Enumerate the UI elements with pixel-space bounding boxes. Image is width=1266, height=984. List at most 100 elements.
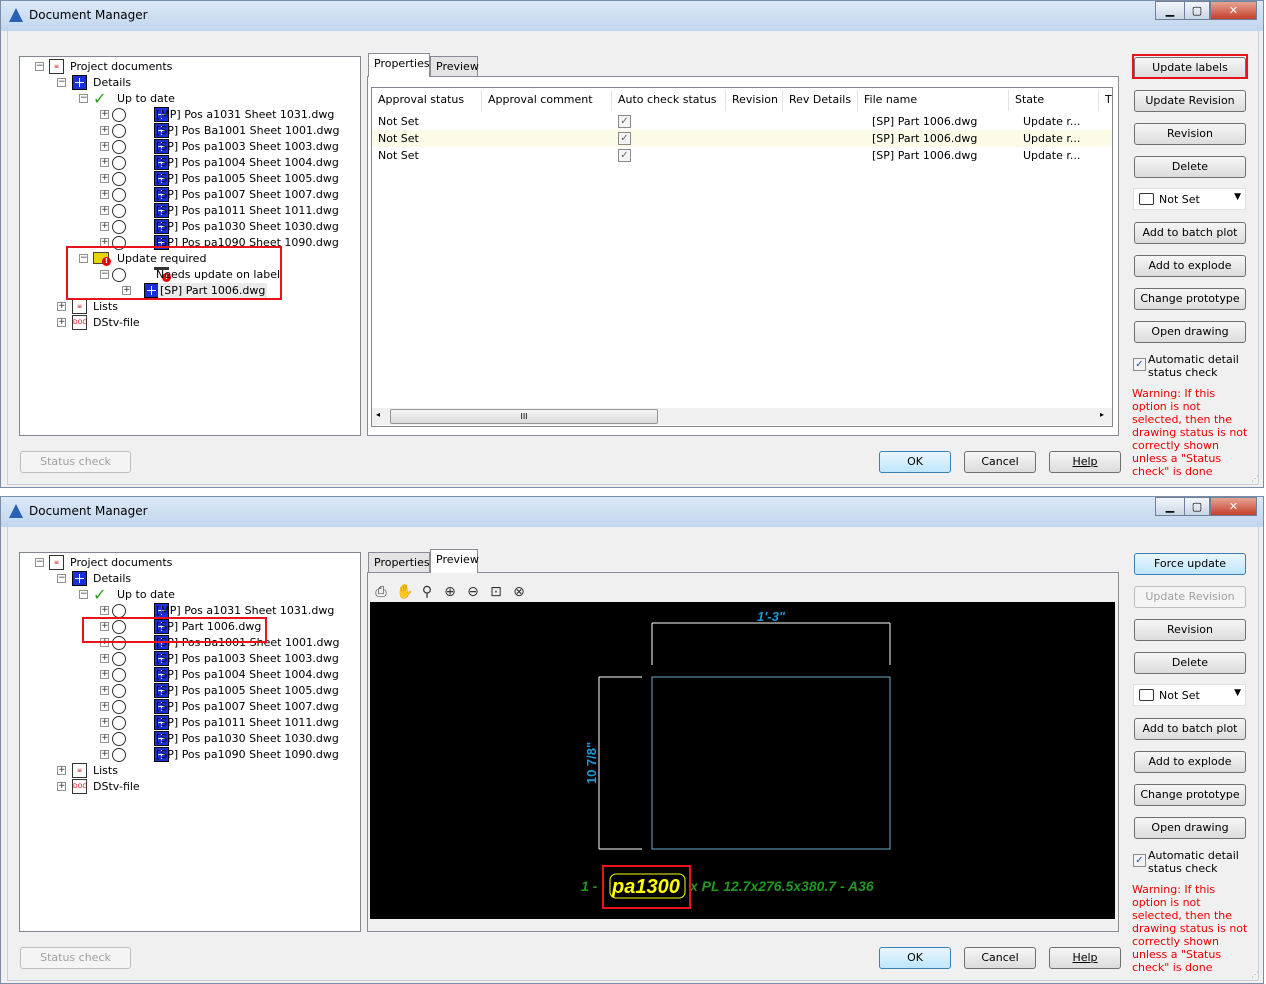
- force-update-button[interactable]: Force update: [1134, 553, 1246, 575]
- approval-status-select[interactable]: Not Set ▼: [1133, 684, 1246, 706]
- tree-item[interactable]: + [SP] Pos pa1004 Sheet 1004.dwg: [20, 155, 360, 171]
- expand-icon[interactable]: +: [100, 190, 109, 199]
- tree-item[interactable]: + [SP] Pos Ba1001 Sheet 1001.dwg: [20, 123, 360, 139]
- collapse-icon[interactable]: −: [79, 94, 88, 103]
- table-row[interactable]: Not Set ✓ [SP] Part 1006.dwg Update r...: [372, 147, 1112, 164]
- cancel-button[interactable]: Cancel: [964, 451, 1036, 473]
- tree-item[interactable]: + [SP] Pos pa1005 Sheet 1005.dwg: [20, 171, 360, 187]
- add-to-explode-button[interactable]: Add to explode: [1134, 751, 1246, 773]
- expand-icon[interactable]: +: [100, 206, 109, 215]
- tree-item[interactable]: + [SP] Pos pa1030 Sheet 1030.dwg: [20, 219, 360, 235]
- collapse-icon[interactable]: −: [57, 78, 66, 87]
- print-icon[interactable]: ⎙: [373, 584, 389, 600]
- expand-icon[interactable]: +: [100, 222, 109, 231]
- tree-item[interactable]: + ≡ Lists: [20, 763, 360, 779]
- tree-item[interactable]: + [SP] Pos pa1011 Sheet 1011.dwg: [20, 203, 360, 219]
- tree-item[interactable]: + [MP] Pos a1031 Sheet 1031.dwg: [20, 107, 360, 123]
- tab-preview[interactable]: Preview: [430, 549, 479, 573]
- expand-icon[interactable]: +: [100, 686, 109, 695]
- scroll-right-icon[interactable]: ▸: [1100, 410, 1104, 419]
- tree-item[interactable]: + DOC DStv-file: [20, 779, 360, 795]
- expand-icon[interactable]: +: [100, 142, 109, 151]
- tree-item[interactable]: + [SP] Pos pa1007 Sheet 1007.dwg: [20, 187, 360, 203]
- status-check-button[interactable]: Status check: [20, 451, 131, 473]
- tree-item[interactable]: + DOC DStv-file: [20, 315, 360, 331]
- add-to-batch-plot-button[interactable]: Add to batch plot: [1134, 222, 1246, 244]
- status-check-button[interactable]: Status check: [20, 947, 131, 969]
- tree-item[interactable]: − ✓ Up to date: [20, 587, 360, 603]
- tree-item[interactable]: − Details: [20, 571, 360, 587]
- help-button[interactable]: Help: [1049, 947, 1121, 969]
- expand-icon[interactable]: +: [100, 158, 109, 167]
- tree-item[interactable]: − Details: [20, 75, 360, 91]
- column-header[interactable]: State: [1009, 90, 1099, 111]
- collapse-icon[interactable]: −: [57, 574, 66, 583]
- expand-icon[interactable]: +: [100, 702, 109, 711]
- resize-grip-icon[interactable]: ⋰: [1251, 970, 1259, 979]
- table-row[interactable]: Not Set ✓ [SP] Part 1006.dwg Update r...: [372, 113, 1112, 130]
- tree-item[interactable]: − ✓ Up to date: [20, 91, 360, 107]
- expand-icon[interactable]: +: [100, 606, 109, 615]
- tab-properties[interactable]: Properties: [368, 53, 430, 77]
- update-revision-button[interactable]: Update Revision: [1134, 90, 1246, 112]
- cancel-button[interactable]: Cancel: [964, 947, 1036, 969]
- delete-button[interactable]: Delete: [1134, 652, 1246, 674]
- expand-icon[interactable]: +: [57, 782, 66, 791]
- expand-icon[interactable]: +: [100, 734, 109, 743]
- column-header[interactable]: Approval status: [372, 90, 482, 111]
- column-header[interactable]: Auto check status: [612, 90, 726, 111]
- collapse-icon[interactable]: −: [79, 590, 88, 599]
- tree-item[interactable]: − ≡ Project documents: [20, 555, 360, 571]
- add-to-batch-plot-button[interactable]: Add to batch plot: [1134, 718, 1246, 740]
- tree-item[interactable]: + [SP] Pos pa1007 Sheet 1007.dwg: [20, 699, 360, 715]
- ok-button[interactable]: OK: [879, 947, 951, 969]
- tree-item[interactable]: + ≡ Lists: [20, 299, 360, 315]
- expand-icon[interactable]: +: [100, 126, 109, 135]
- scroll-left-icon[interactable]: ◂: [376, 410, 380, 419]
- open-drawing-button[interactable]: Open drawing: [1134, 321, 1246, 343]
- expand-icon[interactable]: +: [100, 718, 109, 727]
- minimize-button[interactable]: ▁: [1155, 1, 1185, 20]
- tab-properties[interactable]: Properties: [368, 552, 430, 573]
- tree-item[interactable]: + [SP] Pos pa1004 Sheet 1004.dwg: [20, 667, 360, 683]
- zoom-out-icon[interactable]: ⊖: [465, 584, 481, 600]
- auto-check-checkbox[interactable]: ✓: [618, 132, 631, 145]
- zoom-in-icon[interactable]: ⊕: [442, 584, 458, 600]
- tree-item[interactable]: + [SP] Pos pa1005 Sheet 1005.dwg: [20, 683, 360, 699]
- zoom-extents-icon[interactable]: ⊗: [511, 584, 527, 600]
- scroll-thumb[interactable]: III: [390, 409, 658, 424]
- change-prototype-button[interactable]: Change prototype: [1134, 288, 1246, 310]
- zoom-realtime-icon[interactable]: ⚲: [419, 584, 435, 600]
- expand-icon[interactable]: +: [100, 670, 109, 679]
- expand-icon[interactable]: +: [57, 302, 66, 311]
- expand-icon[interactable]: +: [100, 174, 109, 183]
- close-button[interactable]: ✕: [1210, 1, 1257, 20]
- column-header[interactable]: T: [1099, 90, 1112, 111]
- tree-item[interactable]: + [SP] Pos pa1030 Sheet 1030.dwg: [20, 731, 360, 747]
- tree-item[interactable]: + [SP] Pos pa1003 Sheet 1003.dwg: [20, 651, 360, 667]
- expand-icon[interactable]: +: [100, 654, 109, 663]
- revision-button[interactable]: Revision: [1134, 123, 1246, 145]
- revision-button[interactable]: Revision: [1134, 619, 1246, 641]
- auto-check-checkbox[interactable]: ✓: [1133, 854, 1146, 867]
- expand-icon[interactable]: +: [100, 750, 109, 759]
- resize-grip-icon[interactable]: ⋰: [1251, 474, 1259, 483]
- tab-preview[interactable]: Preview: [430, 56, 479, 77]
- drawing-preview[interactable]: 1'-3" 10 7/8" 1 - pa1300 x PL 12.7x276.5x380…: [370, 602, 1115, 919]
- collapse-icon[interactable]: −: [35, 558, 44, 567]
- column-header[interactable]: File name: [858, 90, 1009, 111]
- help-button[interactable]: Help: [1049, 451, 1121, 473]
- auto-check-checkbox[interactable]: ✓: [618, 149, 631, 162]
- expand-icon[interactable]: +: [57, 766, 66, 775]
- expand-icon[interactable]: +: [57, 318, 66, 327]
- maximize-button[interactable]: ▢: [1184, 497, 1210, 516]
- expand-icon[interactable]: +: [100, 110, 109, 119]
- project-tree[interactable]: − ≡ Project documents − Details − ✓ Up to date +…: [19, 552, 361, 932]
- delete-button[interactable]: Delete: [1134, 156, 1246, 178]
- pan-icon[interactable]: ✋: [396, 584, 413, 600]
- table-row[interactable]: Not Set ✓ [SP] Part 1006.dwg Update r...: [372, 130, 1112, 147]
- tree-item[interactable]: + [SP] Pos pa1003 Sheet 1003.dwg: [20, 139, 360, 155]
- zoom-window-icon[interactable]: ⊡: [488, 584, 504, 600]
- tree-item[interactable]: − ≡ Project documents: [20, 59, 360, 75]
- auto-check-checkbox[interactable]: ✓: [618, 115, 631, 128]
